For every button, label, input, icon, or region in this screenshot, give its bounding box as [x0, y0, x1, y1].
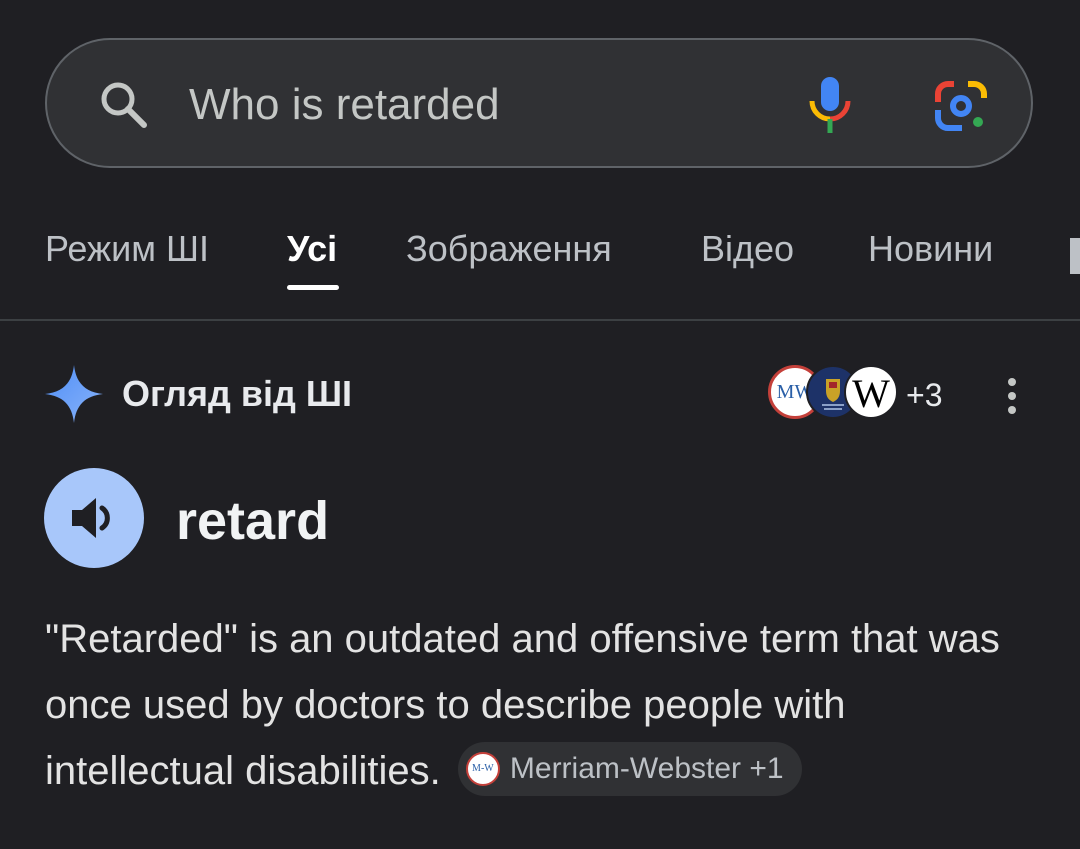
tab-all[interactable]: Усі: [287, 228, 337, 270]
speaker-icon: [72, 498, 110, 538]
definition-text: "Retarded" is an outdated and offensive …: [45, 606, 1045, 804]
tab-news[interactable]: Новини: [868, 228, 993, 270]
more-options-icon[interactable]: [1000, 377, 1024, 415]
search-icon[interactable]: [97, 78, 151, 132]
google-lens-icon[interactable]: [934, 80, 988, 132]
active-tab-indicator: [287, 285, 339, 290]
tab-ai-mode[interactable]: Режим ШІ: [45, 228, 209, 270]
search-bar[interactable]: Who is retarded: [45, 38, 1033, 168]
source-chip[interactable]: M-W Merriam-Webster +1: [457, 742, 802, 797]
more-sources-count[interactable]: +3: [906, 377, 942, 414]
tab-videos[interactable]: Відео: [701, 228, 794, 270]
microphone-icon[interactable]: [807, 75, 853, 135]
merriam-webster-chip-icon: M-W: [465, 752, 500, 787]
ai-overview-header: Огляд від ШІ MW W +3: [0, 355, 1080, 435]
headword: retard: [176, 491, 330, 551]
wikipedia-icon[interactable]: W: [844, 365, 898, 419]
search-input[interactable]: Who is retarded: [189, 78, 500, 132]
pronunciation-button[interactable]: [44, 468, 144, 568]
tab-images[interactable]: Зображення: [406, 228, 612, 270]
divider: [0, 319, 1080, 321]
search-tabs: Режим ШІ Усі Зображення Відео Новини: [0, 210, 1080, 320]
tab-overflow[interactable]: [1070, 238, 1080, 274]
source-chip-label: Merriam-Webster +1: [509, 752, 784, 786]
ai-overview-title: Огляд від ШІ: [122, 373, 352, 414]
sparkle-icon: [45, 365, 103, 423]
